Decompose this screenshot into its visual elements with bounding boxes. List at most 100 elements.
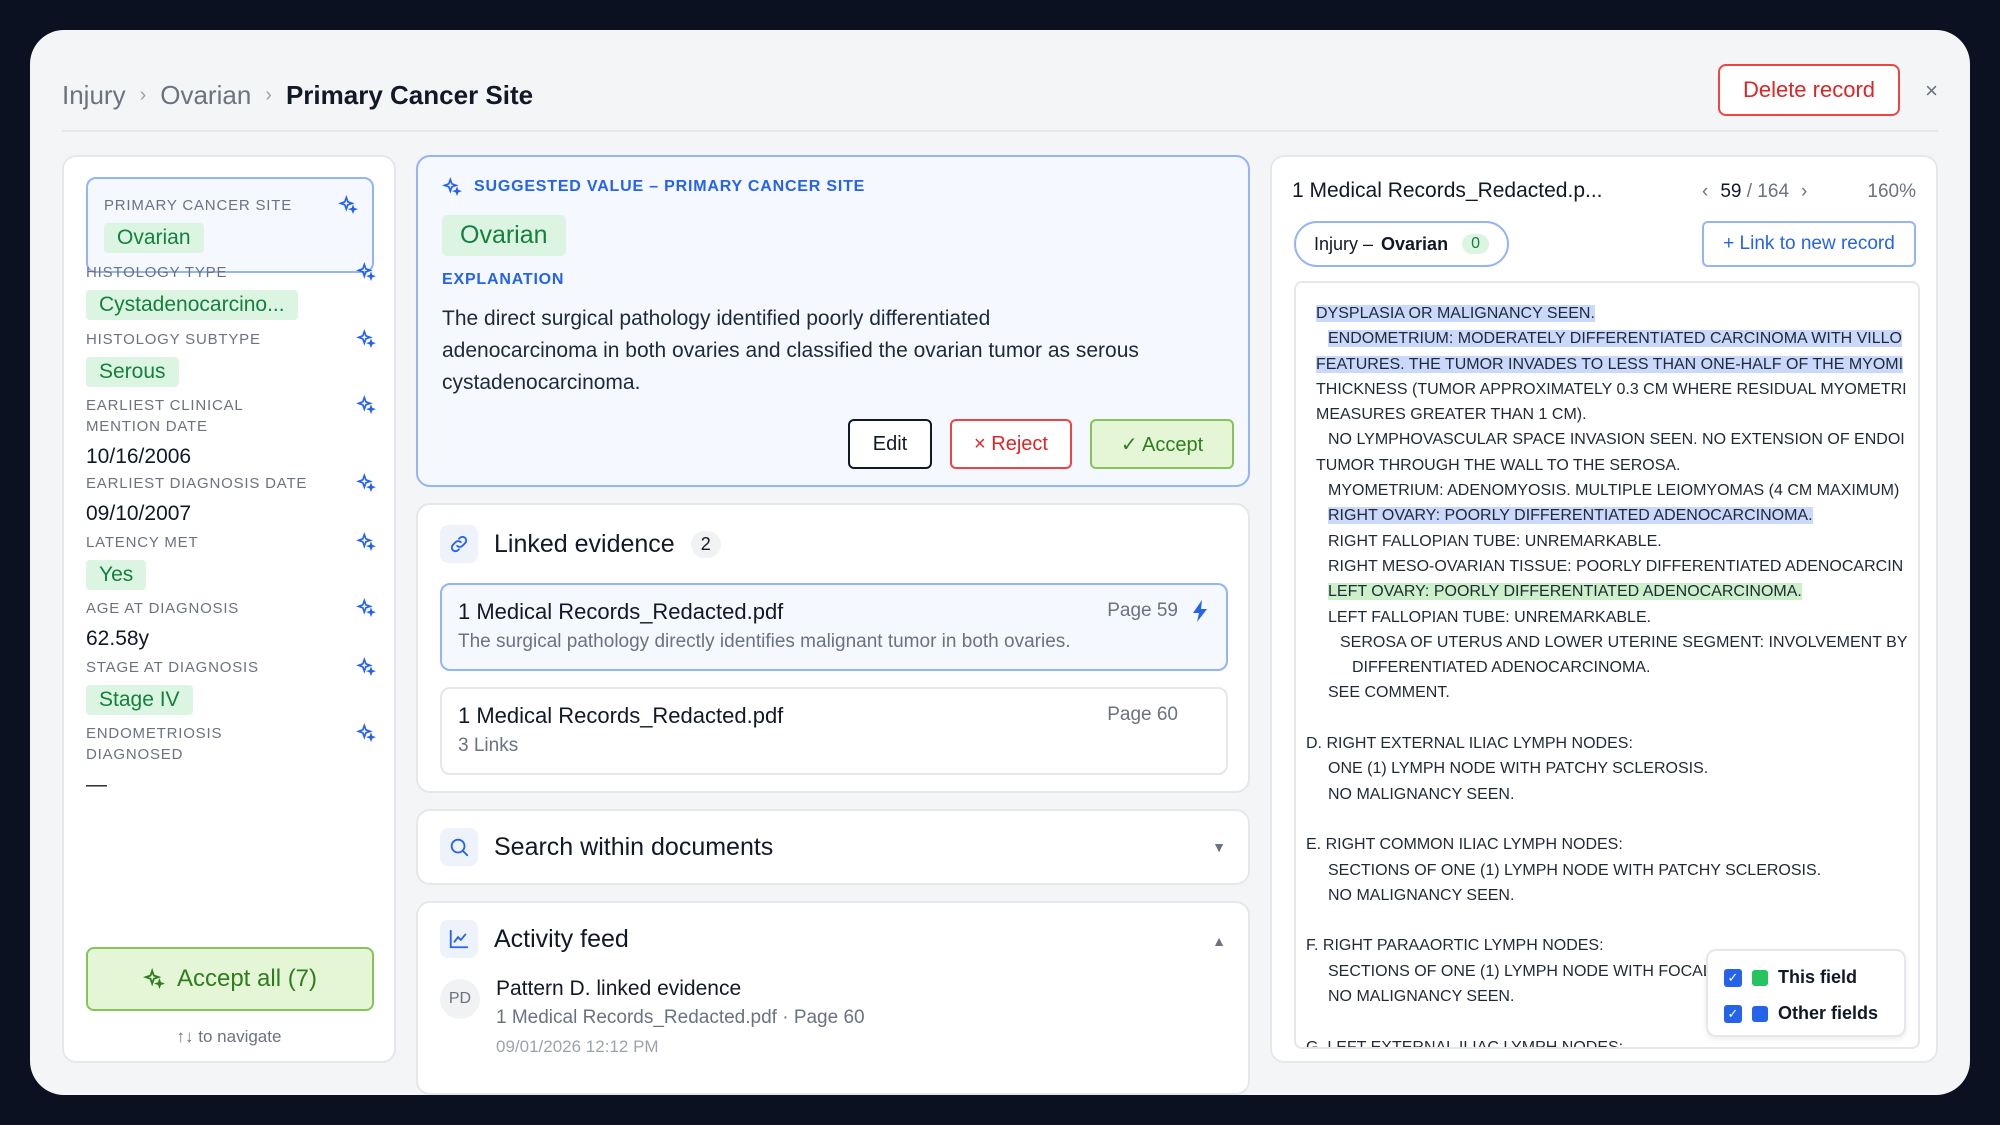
zoom-level[interactable]: 160% bbox=[1867, 181, 1916, 203]
line-text: LEFT FALLOPIAN TUBE: UNREMARKABLE. bbox=[1328, 608, 1652, 626]
sparkle-icon[interactable] bbox=[356, 473, 376, 493]
highlighted-text[interactable]: ENDOMETRIUM: MODERATELY DIFFERENTIATED C… bbox=[1328, 330, 1902, 348]
document-line: FEATURES. THE TUMOR INVADES TO LESS THAN… bbox=[1316, 352, 1908, 377]
previous-page-icon[interactable]: ‹ bbox=[1702, 181, 1708, 203]
sparkle-icon bbox=[142, 968, 165, 990]
checkbox-checked-icon[interactable]: ✓ bbox=[1724, 1004, 1742, 1023]
line-text: RIGHT MESO-OVARIAN TISSUE: POORLY DIFFER… bbox=[1328, 557, 1904, 575]
accept-all-label: Accept all (7) bbox=[176, 965, 318, 992]
highlighted-text[interactable]: RIGHT OVARY: POORLY DIFFERENTIATED ADENO… bbox=[1328, 507, 1813, 525]
field-value: — bbox=[86, 773, 107, 796]
highlighted-text[interactable]: FEATURES. THE TUMOR INVADES TO LESS THAN… bbox=[1316, 355, 1904, 373]
line-text: SEE COMMENT. bbox=[1328, 684, 1450, 702]
field-age-at-diagnosis[interactable]: AGE AT DIAGNOSIS 62.58y bbox=[86, 598, 376, 651]
evidence-page: Page 60 bbox=[1107, 704, 1178, 725]
chevron-up-icon[interactable]: ▲ bbox=[1212, 933, 1226, 949]
sparkle-icon[interactable] bbox=[356, 262, 376, 282]
evidence-page: Page 59 bbox=[1107, 600, 1178, 621]
field-label: AGE AT DIAGNOSIS bbox=[86, 600, 240, 617]
sparkle-icon[interactable] bbox=[356, 657, 376, 677]
document-line: SEE COMMENT. bbox=[1316, 680, 1908, 705]
legend-label: This field bbox=[1778, 967, 1858, 987]
chevron-down-icon[interactable]: ▼ bbox=[1212, 839, 1226, 855]
search-documents-title: Search within documents bbox=[494, 832, 774, 861]
highlighted-text[interactable]: DYSPLASIA OR MALIGNANCY SEEN. bbox=[1316, 305, 1595, 322]
document-line: RIGHT MESO-OVARIAN TISSUE: POORLY DIFFER… bbox=[1316, 554, 1908, 579]
field-label: STAGE AT DIAGNOSIS bbox=[86, 659, 259, 676]
line-text: F. RIGHT PARAAORTIC LYMPH NODES: bbox=[1306, 937, 1604, 955]
field-label: LATENCY MET bbox=[86, 534, 199, 551]
document-page: DYSPLASIA OR MALIGNANCY SEEN. ENDOMETRIUM… bbox=[1294, 281, 1920, 1049]
document-name: 1 Medical Records_Redacted.p... bbox=[1292, 179, 1603, 202]
field-label: EARLIEST DIAGNOSIS DATE bbox=[86, 475, 308, 492]
line-text: NO MALIGNANCY SEEN. bbox=[1328, 988, 1515, 1006]
field-earliest-diagnosis-date[interactable]: EARLIEST DIAGNOSIS DATE 09/10/2007 bbox=[86, 473, 376, 526]
record-pill[interactable]: Injury – Ovarian 0 bbox=[1294, 221, 1509, 267]
document-viewer: 1 Medical Records_Redacted.p... ‹ 59 / 1… bbox=[1270, 155, 1938, 1063]
legend-swatch bbox=[1752, 1005, 1768, 1022]
activity-feed-header: Activity feed bbox=[440, 920, 629, 958]
evidence-item[interactable]: 1 Medical Records_Redacted.pdf 3 Links P… bbox=[440, 687, 1228, 775]
current-page[interactable]: 59 bbox=[1720, 181, 1741, 202]
line-text: SECTIONS OF ONE (1) LYMPH NODE WITH FOCA… bbox=[1328, 962, 1712, 980]
evidence-description: 3 Links bbox=[458, 735, 519, 756]
sparkle-icon[interactable] bbox=[356, 329, 376, 349]
line-text: SEROSA OF UTERUS AND LOWER UTERINE SEGME… bbox=[1340, 633, 1908, 651]
field-label: EARLIEST CLINICAL MENTION DATE bbox=[86, 397, 243, 435]
suggested-value-chip: Ovarian bbox=[442, 215, 566, 256]
next-page-icon[interactable]: › bbox=[1801, 181, 1807, 203]
sparkle-icon[interactable] bbox=[356, 598, 376, 618]
document-line: SEROSA OF UTERUS AND LOWER UTERINE SEGME… bbox=[1316, 630, 1908, 655]
document-line: THICKNESS (TUMOR APPROXIMATELY 0.3 CM WH… bbox=[1316, 377, 1908, 402]
field-earliest-clinical-mention-date[interactable]: EARLIEST CLINICAL MENTION DATE 10/16/2006 bbox=[86, 395, 376, 469]
bolt-icon bbox=[1193, 600, 1207, 622]
document-line bbox=[1316, 807, 1908, 832]
field-value-chip: Yes bbox=[86, 560, 147, 590]
field-value: 09/10/2007 bbox=[86, 502, 192, 525]
line-text: ONE (1) LYMPH NODE WITH PATCHY SCLEROSIS… bbox=[1328, 760, 1709, 778]
legend-item-other-fields[interactable]: ✓ Other fields bbox=[1724, 1003, 1878, 1024]
field-label: HISTOLOGY SUBTYPE bbox=[86, 331, 261, 348]
field-primary-cancer-site[interactable]: PRIMARY CANCER SITE Ovarian bbox=[104, 195, 358, 253]
reject-button[interactable]: × Reject bbox=[950, 419, 1072, 469]
activity-entry-source[interactable]: 1 Medical Records_Redacted.pdf · Page 60 bbox=[496, 1007, 865, 1029]
sparkle-icon[interactable] bbox=[356, 723, 376, 743]
document-line: TUMOR THROUGH THE WALL TO THE SEROSA. bbox=[1316, 453, 1908, 478]
field-stage-at-diagnosis[interactable]: STAGE AT DIAGNOSIS Stage IV bbox=[86, 657, 376, 715]
modal-header: Injury › Ovarian › Primary Cancer Site D… bbox=[62, 58, 1938, 132]
document-line: E. RIGHT COMMON ILIAC LYMPH NODES: bbox=[1306, 832, 1908, 857]
checkbox-checked-icon[interactable]: ✓ bbox=[1724, 968, 1742, 987]
activity-entry-timestamp: 09/01/2026 12:12 PM bbox=[496, 1037, 659, 1056]
record-pill-value: Ovarian bbox=[1381, 233, 1449, 254]
accept-all-button[interactable]: Accept all (7) bbox=[86, 947, 374, 1011]
sparkle-icon[interactable] bbox=[356, 395, 376, 415]
evidence-item[interactable]: 1 Medical Records_Redacted.pdf The surgi… bbox=[440, 583, 1228, 671]
field-latency-met[interactable]: LATENCY MET Yes bbox=[86, 532, 376, 590]
explanation-text: The direct surgical pathology identified… bbox=[442, 307, 1139, 394]
link-to-new-record-button[interactable]: + Link to new record bbox=[1702, 221, 1916, 267]
line-text: D. RIGHT EXTERNAL ILIAC LYMPH NODES: bbox=[1306, 735, 1633, 753]
document-line: NO MALIGNANCY SEEN. bbox=[1316, 782, 1908, 807]
sparkle-icon[interactable] bbox=[356, 532, 376, 552]
close-icon[interactable]: × bbox=[1925, 78, 1938, 104]
document-line: ONE (1) LYMPH NODE WITH PATCHY SCLEROSIS… bbox=[1316, 756, 1908, 781]
document-line: RIGHT OVARY: POORLY DIFFERENTIATED ADENO… bbox=[1316, 503, 1908, 528]
legend-item-this-field[interactable]: ✓ This field bbox=[1724, 967, 1857, 988]
legend-swatch bbox=[1752, 969, 1768, 986]
field-histology-type[interactable]: HISTOLOGY TYPE Cystadenocarcino... bbox=[86, 262, 376, 320]
breadcrumb-item-ovarian[interactable]: Ovarian bbox=[160, 80, 251, 111]
field-endometriosis-diagnosed[interactable]: ENDOMETRIOSIS DIAGNOSED — bbox=[86, 723, 376, 797]
edit-button[interactable]: Edit bbox=[848, 419, 932, 469]
suggested-value-heading: SUGGESTED VALUE – PRIMARY CANCER SITE bbox=[442, 177, 865, 197]
delete-record-button[interactable]: Delete record bbox=[1718, 64, 1900, 116]
sparkle-icon[interactable] bbox=[338, 195, 358, 215]
accept-button[interactable]: ✓ Accept bbox=[1090, 419, 1234, 469]
field-value-chip: Ovarian bbox=[104, 223, 204, 253]
field-histology-subtype[interactable]: HISTOLOGY SUBTYPE Serous bbox=[86, 329, 376, 387]
search-documents-card[interactable]: Search within documents ▼ bbox=[416, 809, 1250, 885]
record-modal: Injury › Ovarian › Primary Cancer Site D… bbox=[30, 30, 1970, 1095]
highlighted-text[interactable]: LEFT OVARY: POORLY DIFFERENTIATED ADENOC… bbox=[1328, 583, 1802, 601]
breadcrumb-item-injury[interactable]: Injury bbox=[62, 80, 126, 111]
record-pill-prefix: Injury – bbox=[1314, 233, 1374, 254]
avatar: PD bbox=[440, 979, 480, 1019]
